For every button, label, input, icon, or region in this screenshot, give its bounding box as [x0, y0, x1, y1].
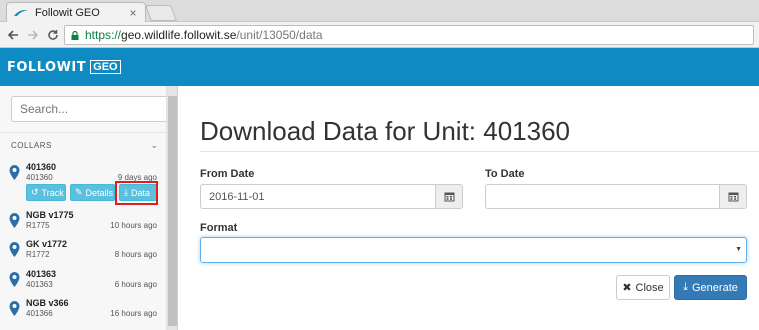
unit-name: NGB v1775	[26, 210, 74, 220]
unit-list-item[interactable]: 401363 401363 6 hours ago	[9, 269, 157, 299]
collars-section-header[interactable]: COLLARS ⌄	[11, 140, 158, 151]
map-pin-icon	[9, 301, 20, 316]
tab-close-icon[interactable]: ×	[127, 6, 139, 20]
browser-tab-bar: Followit GEO ×	[0, 0, 759, 23]
scrollbar-thumb[interactable]	[168, 96, 177, 326]
unit-last-seen: 16 hours ago	[110, 309, 157, 318]
from-date-group	[200, 184, 463, 209]
generate-button[interactable]: ⤓ Generate	[674, 275, 747, 300]
search-group	[11, 96, 166, 122]
from-date-input[interactable]	[200, 184, 435, 209]
url-host: geo.wildlife.followit.se	[121, 28, 237, 42]
unit-id: 401363	[26, 280, 53, 289]
calendar-icon	[444, 192, 454, 202]
sidebar-scrollbar[interactable]	[167, 86, 178, 330]
close-icon: ✖	[622, 282, 632, 294]
track-icon: ↺	[31, 187, 39, 197]
sidebar: COLLARS ⌄ 401360 401360 9 days ago NGB v…	[0, 86, 167, 330]
url-input[interactable]: https://geo.wildlife.followit.se/unit/13…	[64, 25, 754, 45]
track-button[interactable]: ↺ Track	[26, 184, 66, 201]
url-path: /unit/13050/data	[236, 28, 323, 42]
collars-title: COLLARS	[11, 141, 52, 150]
data-button-highlight	[115, 181, 158, 205]
generate-label: Generate	[692, 281, 738, 294]
followit-favicon-icon	[14, 9, 28, 16]
track-label: Track	[41, 187, 64, 198]
details-label: Details	[85, 187, 114, 198]
chevron-down-icon[interactable]: ⌄	[150, 140, 158, 151]
unit-id: R1775	[26, 221, 50, 230]
page-title: Download Data for Unit: 401360	[200, 116, 571, 146]
to-date-input[interactable]	[485, 184, 719, 209]
search-input[interactable]	[11, 96, 166, 122]
format-label: Format	[200, 222, 238, 234]
unit-last-seen: 6 hours ago	[114, 280, 157, 289]
from-date-label: From Date	[200, 168, 255, 180]
map-pin-icon	[9, 242, 20, 257]
to-date-picker-button[interactable]	[719, 184, 747, 209]
calendar-icon	[728, 192, 738, 202]
reload-icon[interactable]	[44, 26, 62, 44]
details-button[interactable]: ✎ Details	[70, 184, 115, 201]
browser-address-bar: https://geo.wildlife.followit.se/unit/13…	[0, 22, 759, 48]
format-select[interactable]: ▼	[200, 237, 747, 263]
from-date-picker-button[interactable]	[435, 184, 463, 209]
unit-list-item[interactable]: NGB v1775 R1775 10 hours ago	[9, 210, 157, 240]
tab-title: Followit GEO	[35, 7, 100, 19]
unit-name: GK v1772	[26, 239, 68, 249]
download-icon: ⤓	[683, 281, 688, 293]
unit-name: 401363	[26, 269, 57, 279]
browser-tab[interactable]: Followit GEO ×	[6, 2, 146, 23]
url-scheme: https://	[85, 28, 122, 42]
logo-text[interactable]: FOLLOWIT	[7, 60, 86, 75]
close-button[interactable]: ✖ Close	[616, 275, 670, 300]
unit-id: 401360	[26, 173, 53, 182]
forward-arrow-icon[interactable]	[24, 26, 42, 44]
map-pin-icon	[9, 272, 20, 287]
unit-id: R1772	[26, 250, 50, 259]
to-date-label: To Date	[485, 168, 525, 180]
new-tab-button[interactable]	[145, 5, 177, 21]
unit-list-item[interactable]: GK v1772 R1772 8 hours ago	[9, 239, 157, 269]
edit-icon: ✎	[75, 187, 83, 197]
title-divider	[200, 151, 759, 152]
close-label: Close	[635, 281, 664, 294]
unit-name: 401360	[26, 162, 57, 172]
sidebar-divider	[0, 132, 166, 133]
logo-badge: GEO	[90, 60, 121, 74]
unit-last-seen: 8 hours ago	[114, 250, 157, 259]
unit-last-seen: 10 hours ago	[110, 221, 157, 230]
to-date-group	[485, 184, 747, 209]
caret-down-icon: ▼	[735, 246, 742, 253]
map-pin-icon	[9, 165, 20, 180]
map-pin-icon	[9, 213, 20, 228]
unit-id: 401366	[26, 309, 53, 318]
unit-list-item[interactable]: NGB v366 401366 16 hours ago	[9, 298, 157, 328]
app-header: FOLLOWIT GEO	[0, 48, 759, 86]
unit-name: NGB v366	[26, 298, 69, 308]
back-arrow-icon[interactable]	[4, 26, 22, 44]
lock-icon	[71, 30, 79, 40]
